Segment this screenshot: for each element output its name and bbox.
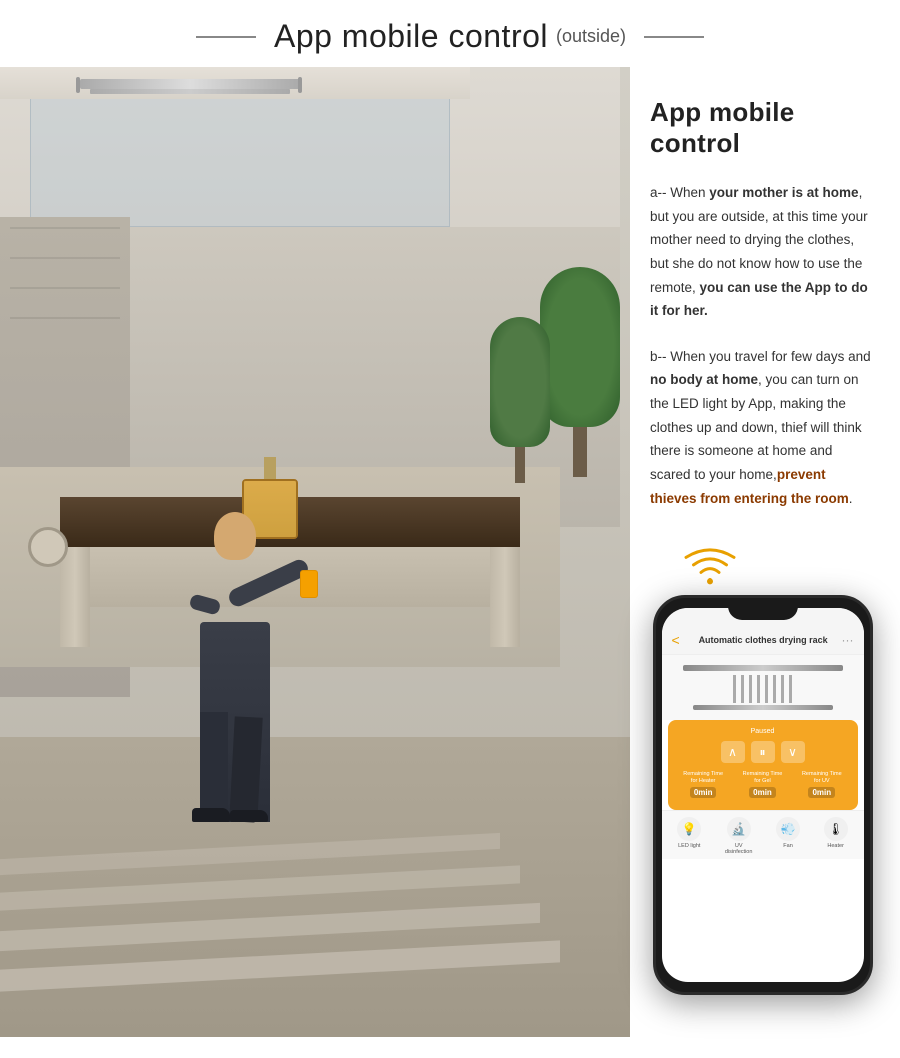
timer-heater-label: Remaining Timefor Heater — [683, 771, 723, 785]
heater-label: Heater — [827, 843, 844, 849]
col-line-2 — [10, 257, 120, 259]
rack-bar-3 — [749, 675, 752, 703]
timer-gel-label: Remaining Timefor Gel — [743, 771, 783, 785]
uv-label: UVdisinfection — [725, 843, 753, 855]
phone-rack-area — [662, 655, 864, 720]
person-silhouette — [180, 512, 290, 822]
phone-icon-uv[interactable]: 🔬 UVdisinfection — [725, 817, 753, 855]
rack-top-bar — [683, 665, 843, 671]
rack-bar-4 — [757, 675, 760, 703]
main-content: App mobile control a-- When your mother … — [0, 67, 900, 1037]
phone-timer-heater: Remaining Timefor Heater 0min — [683, 771, 723, 798]
pillar-left — [60, 547, 90, 647]
phone-up-btn[interactable]: ∧ — [721, 741, 745, 763]
para-a-prefix: a-- When — [650, 185, 709, 200]
uv-icon: 🔬 — [727, 817, 751, 841]
phone-icon-fan[interactable]: 💨 Fan — [776, 817, 800, 855]
tree-right2 — [490, 317, 550, 477]
rack-bar-7 — [781, 675, 784, 703]
wifi-icon-container — [680, 542, 740, 587]
header-line-right — [644, 36, 704, 38]
timer-uv-value: 0min — [808, 787, 835, 798]
phone-pause-btn[interactable]: ⏸ — [751, 741, 775, 763]
drying-rack-top — [80, 79, 300, 89]
phone-timer-uv: Remaining Timefor UV 0min — [802, 771, 842, 798]
timer-heater-value: 0min — [690, 787, 717, 798]
phone-notch — [728, 598, 798, 620]
phone-icon-led[interactable]: 💡 LED light — [677, 817, 701, 855]
pillar-right — [490, 547, 520, 647]
rack-bottom-bar — [693, 705, 833, 710]
para-a-bold1: your mother is at home — [709, 185, 858, 200]
rack-arm-left — [76, 77, 80, 93]
col-line-1 — [10, 227, 120, 229]
rack-bar-1 — [733, 675, 736, 703]
para-a-middle: , but you are outside, at this time your… — [650, 185, 868, 295]
phone-yellow-area: Paused ∧ ⏸ ∨ Remaining Timefor Heater 0m… — [668, 720, 858, 810]
phone-timer-row: Remaining Timefor Heater 0min Remaining … — [674, 771, 852, 798]
paragraph-a: a-- When your mother is at home, but you… — [650, 181, 875, 323]
phone-mockup: < Automatic clothes drying rack ··· — [653, 595, 873, 995]
rack-bar-6 — [773, 675, 776, 703]
phone-screen: < Automatic clothes drying rack ··· — [662, 608, 864, 982]
header-line-left — [196, 36, 256, 38]
para-b-prefix: b-- When you travel for few days and — [650, 349, 871, 364]
page-title-main: App mobile control — [274, 18, 548, 55]
rack-bars-container — [733, 675, 792, 703]
phone-down-btn[interactable]: ∨ — [781, 741, 805, 763]
page-header: App mobile control (outside) — [0, 0, 900, 67]
timer-uv-label: Remaining Timefor UV — [802, 771, 842, 785]
page-title-sub: (outside) — [556, 26, 626, 47]
para-b-bold1: no body at home — [650, 372, 758, 387]
col-line-3 — [10, 287, 120, 289]
tree-right — [540, 267, 620, 467]
right-panel: App mobile control a-- When your mother … — [630, 67, 900, 1037]
panel-heading: App mobile control — [650, 97, 875, 159]
led-icon: 💡 — [677, 817, 701, 841]
wifi-icon — [680, 542, 740, 587]
phone-status: Paused — [674, 728, 852, 735]
rack-bar-5 — [765, 675, 768, 703]
balcony-glass — [30, 97, 450, 227]
paragraph-b: b-- When you travel for few days and no … — [650, 345, 875, 510]
col-line-4 — [10, 317, 120, 319]
phone-bottom-icons: 💡 LED light 🔬 UVdisinfection 💨 Fan 🌡 Hea… — [662, 810, 864, 859]
phone-icon-heater[interactable]: 🌡 Heater — [824, 817, 848, 855]
phone-back-arrow: < — [672, 632, 680, 648]
phone-menu-dots: ··· — [842, 633, 854, 647]
phone-controls: ∧ ⏸ ∨ — [674, 741, 852, 763]
led-label: LED light — [678, 843, 700, 849]
clock — [28, 527, 68, 567]
scene-image — [0, 67, 630, 1037]
timer-gel-value: 0min — [749, 787, 776, 798]
rack-bar-8 — [789, 675, 792, 703]
rack-bar-2 — [741, 675, 744, 703]
heater-icon: 🌡 — [824, 817, 848, 841]
drying-rack-middle — [90, 89, 290, 94]
fan-label: Fan — [783, 843, 792, 849]
para-b-end: . — [849, 491, 853, 506]
fan-icon: 💨 — [776, 817, 800, 841]
phone-app-title: Automatic clothes drying rack — [685, 635, 842, 645]
phone-timer-gel: Remaining Timefor Gel 0min — [743, 771, 783, 798]
rack-arm-right — [298, 77, 302, 93]
para-b-middle: , you can turn on the LED light by App, … — [650, 372, 862, 482]
